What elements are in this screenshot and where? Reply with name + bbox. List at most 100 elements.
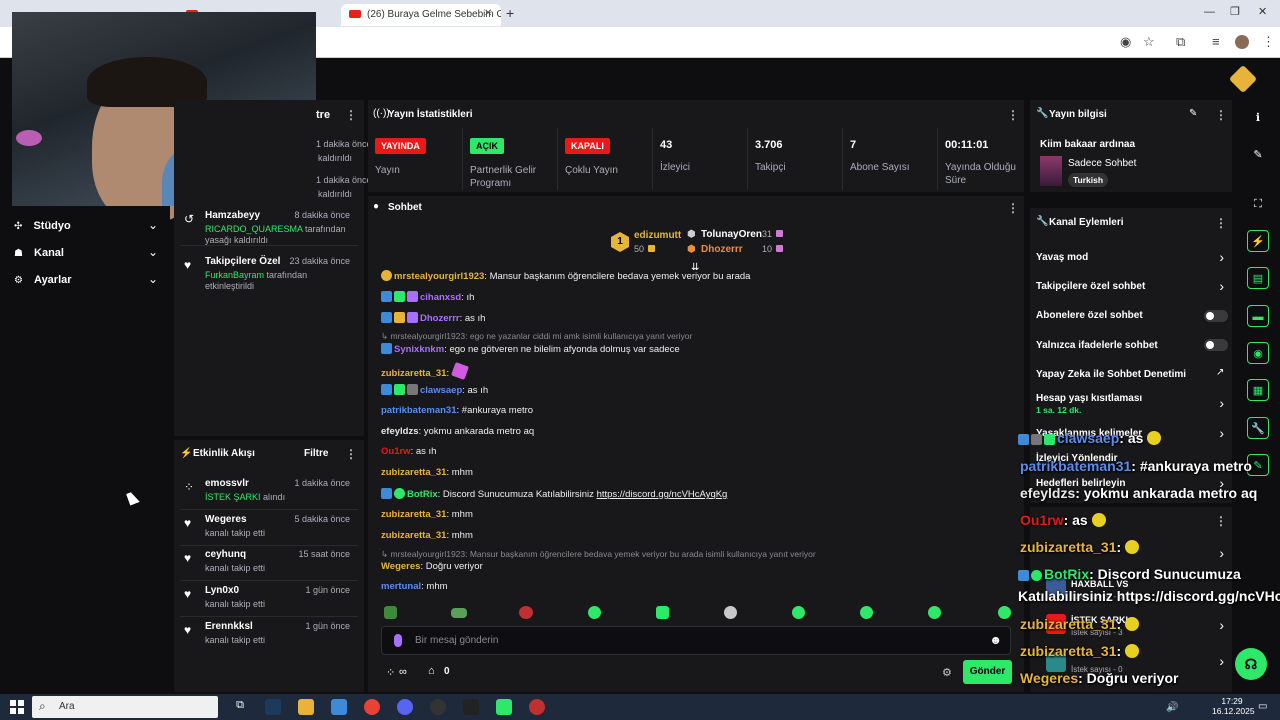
steam-icon[interactable] <box>265 699 281 715</box>
chat-user[interactable]: efeyldzs <box>381 426 419 437</box>
emote-icon[interactable] <box>384 606 397 619</box>
layout-icon[interactable]: ▦ <box>1247 379 1269 401</box>
edit-icon[interactable]: ✎ <box>1189 108 1197 119</box>
close-window-icon[interactable]: ✕ <box>1258 5 1267 18</box>
emoji-icon[interactable]: ☻ <box>989 633 1002 647</box>
emote-icon[interactable] <box>451 608 467 618</box>
nav-studio[interactable]: ✣ Stüdyo ⌄ <box>14 218 164 234</box>
file-explorer-icon[interactable] <box>298 699 314 715</box>
obs-icon[interactable] <box>430 699 446 715</box>
chat-user[interactable]: Dhozerrr <box>420 313 460 324</box>
restore-icon[interactable]: ❐ <box>1230 5 1240 18</box>
emote-icon[interactable] <box>928 606 941 619</box>
extensions-icon[interactable]: ⧉ <box>1176 34 1185 50</box>
account-age-row[interactable]: Hesap yaşı kısıtlaması <box>1036 393 1142 404</box>
emote-icon[interactable] <box>792 606 805 619</box>
nav-channel[interactable]: ☗ Kanal ⌄ <box>14 245 164 261</box>
send-button[interactable]: Gönder <box>963 660 1012 684</box>
edit-icon[interactable]: ✎ <box>1247 144 1269 166</box>
new-tab-icon[interactable]: + <box>506 5 514 21</box>
chat-user[interactable]: zubizaretta_31 <box>381 467 446 478</box>
more-options-icon[interactable]: ⋮ <box>345 447 357 461</box>
emote-icon[interactable] <box>998 606 1011 619</box>
document-icon[interactable]: ▤ <box>1247 267 1269 289</box>
chrome-icon[interactable] <box>364 699 380 715</box>
filter-button[interactable]: Filtre <box>304 448 328 459</box>
leader-name[interactable]: edizumutt <box>634 230 681 241</box>
epic-games-icon[interactable] <box>463 699 479 715</box>
notification-icon[interactable]: ▭ <box>1258 701 1267 712</box>
star-icon[interactable]: ☆ <box>1143 34 1155 50</box>
more-options-icon[interactable]: ⋮ <box>1007 201 1019 215</box>
app-icon[interactable] <box>529 699 545 715</box>
more-options-icon[interactable]: ⋮ <box>1007 108 1019 122</box>
chat-input-placeholder[interactable]: Bir mesaj gönderin <box>415 635 498 646</box>
list-item[interactable]: ♥ Lyn0x0 1 gün önce kanalı takip etti <box>180 585 358 617</box>
more-options-icon[interactable]: ⋮ <box>1215 108 1227 122</box>
support-icon[interactable]: ☊ <box>1235 648 1267 680</box>
store-icon[interactable] <box>331 699 347 715</box>
list-item[interactable]: ⁘ emossvlr 1 dakika önce İSTEK ŞARKI alı… <box>180 478 358 510</box>
stat-subscribers: 7 Abone Sayısı <box>850 139 909 174</box>
list-item[interactable]: ♥ Erennkksl 1 gün önce kanalı takip etti <box>180 621 358 653</box>
nav-settings[interactable]: ⚙ Ayarlar ⌄ <box>14 272 164 288</box>
eye-icon[interactable]: ◉ <box>1120 34 1131 50</box>
chat-bubble-icon[interactable]: ▬ <box>1247 305 1269 327</box>
avatar[interactable] <box>1235 35 1249 49</box>
close-tab-icon[interactable]: ✕ <box>484 8 492 19</box>
chat-user[interactable]: Wegeres <box>381 561 420 572</box>
focus-icon[interactable]: ⛶ <box>1247 193 1269 215</box>
leader-name[interactable]: Dhozerrr <box>701 244 743 255</box>
gift-box-icon[interactable]: ⌂ <box>428 665 435 677</box>
list-item[interactable]: ♥ ceyhunq 15 saat önce kanalı takip etti <box>180 549 358 581</box>
volume-icon[interactable]: 🔊 <box>1166 702 1178 713</box>
chat-user[interactable]: Ou1rw <box>381 446 411 457</box>
chat-user[interactable]: mertunal <box>381 581 421 592</box>
wrench-icon[interactable]: 🔧 <box>1247 417 1269 439</box>
windows-start-icon[interactable] <box>10 700 24 714</box>
taskbar-search-box[interactable]: ⌕ Ara <box>32 696 218 718</box>
more-options-icon[interactable]: ⋮ <box>345 108 357 122</box>
info-icon[interactable]: ℹ <box>1247 107 1269 129</box>
emote-icon[interactable] <box>724 606 737 619</box>
chat-user[interactable]: patrikbateman31 <box>381 405 457 416</box>
chat-user[interactable]: zubizaretta_31 <box>381 530 446 541</box>
more-options-icon[interactable]: ⋮ <box>1215 216 1227 230</box>
lightning-icon[interactable]: ⚡ <box>1247 230 1269 252</box>
chat-user[interactable]: mrstealyourgirl1923 <box>394 271 484 282</box>
chat-user[interactable]: zubizaretta_31 <box>381 509 446 520</box>
browser-tab-active[interactable]: (26) Buraya Gelme Sebebim Gi... <box>341 4 501 26</box>
discord-link[interactable]: https://discord.gg/ncVHcAyqKg <box>597 489 728 500</box>
chat-user[interactable]: clawsaep <box>420 385 462 396</box>
discord-icon[interactable] <box>397 699 413 715</box>
menu-icon[interactable]: ⋮ <box>1262 34 1275 50</box>
clock[interactable]: 17:29 16.12.2025 <box>1212 696 1255 716</box>
chat-user[interactable]: cihanxsd <box>420 292 461 303</box>
chat-user[interactable]: zubizaretta_31 <box>381 368 446 379</box>
more-options-icon[interactable]: ⋮ <box>1215 514 1227 528</box>
slow-mode-row[interactable]: Yavaş mod <box>1036 252 1088 263</box>
followers-only-row[interactable]: Takipçilere özel sohbet <box>1036 281 1145 292</box>
app-icon[interactable] <box>496 699 512 715</box>
media-icon[interactable]: ≡ <box>1212 34 1220 49</box>
list-item[interactable]: ♥ Takipçilere Özel 23 dakika önce Furkan… <box>180 256 358 292</box>
emote-icon[interactable] <box>656 606 669 619</box>
minimize-icon[interactable]: — <box>1204 6 1215 18</box>
microphone-icon[interactable] <box>394 634 402 647</box>
emote-only-toggle[interactable] <box>1204 339 1228 351</box>
chat-user[interactable]: BotRix <box>407 489 438 500</box>
tag-badge[interactable]: Turkish <box>1068 173 1109 187</box>
task-view-icon[interactable]: ⧉ <box>232 699 248 715</box>
chat-user[interactable]: Synixknkm <box>394 344 444 355</box>
list-item[interactable]: ↺ Hamzabeyy 8 dakika önce RICARDO_QUARES… <box>180 210 358 246</box>
leader-name[interactable]: TolunayOren <box>701 229 762 240</box>
chat-input-box[interactable]: Bir mesaj gönderin ☻ <box>381 626 1011 655</box>
ai-moderation-row[interactable]: Yapay Zeka ile Sohbet Denetimi <box>1036 369 1186 380</box>
list-item[interactable]: ♥ Wegeres 5 dakika önce kanalı takip ett… <box>180 514 358 546</box>
emote-icon[interactable] <box>519 606 533 619</box>
subscribers-only-toggle[interactable] <box>1204 310 1228 322</box>
emote-icon[interactable] <box>860 606 873 619</box>
settings-icon[interactable]: ⚙ <box>942 666 952 679</box>
emote-icon[interactable] <box>588 606 601 619</box>
broadcast-icon[interactable]: ◉ <box>1247 342 1269 364</box>
